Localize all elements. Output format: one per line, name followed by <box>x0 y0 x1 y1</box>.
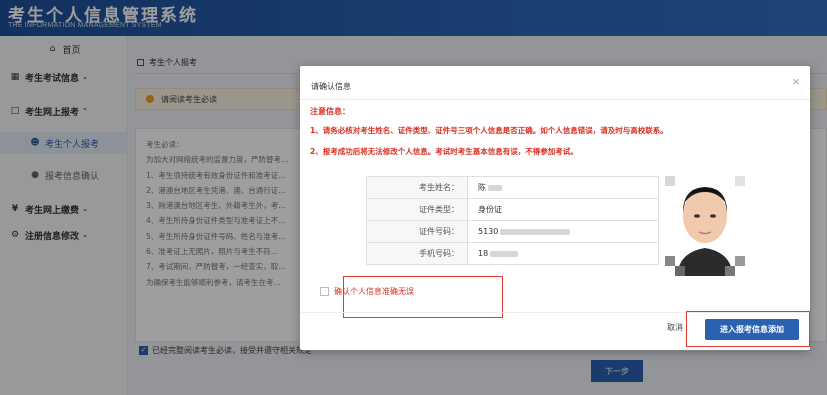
field-value-cell: 身份证 <box>467 198 659 221</box>
field-value: 5130 <box>478 227 499 236</box>
table-row: 证件类型： 身份证 <box>366 198 659 221</box>
field-label: 考生姓名： <box>366 176 468 199</box>
candidate-info-table: 考生姓名： 陈 证件类型： 身份证 证件号码： 5130 手机号码： 18 <box>366 176 659 265</box>
table-row: 考生姓名： 陈 <box>366 176 659 199</box>
field-value: 陈 <box>478 183 486 192</box>
redacted-mark <box>488 184 502 191</box>
field-label: 手机号码： <box>366 242 468 265</box>
field-label: 证件类型： <box>366 198 468 221</box>
attention-line: 2、报考成功后将无法修改个人信息。考试时考生基本信息有误，不得参加考试。 <box>310 147 578 156</box>
field-value: 身份证 <box>478 205 502 214</box>
field-label: 证件号码： <box>366 220 468 243</box>
confirm-accuracy-row[interactable]: 确认个人信息准确无误 <box>320 286 414 297</box>
dialog-title: 请确认信息 <box>311 82 351 91</box>
portrait-image <box>665 176 745 276</box>
redacted-mark <box>490 250 519 257</box>
cancel-button[interactable]: 取消 <box>667 322 683 333</box>
table-row: 手机号码： 18 <box>366 242 659 265</box>
field-value-cell: 18 <box>467 242 659 265</box>
checkbox-unchecked-icon[interactable] <box>320 287 329 296</box>
attention-line: 1、请务必核对考生姓名、证件类型、证件号三项个人信息是否正确。如个人信息错误，请… <box>310 126 668 135</box>
table-row: 证件号码： 5130 <box>366 220 659 243</box>
confirm-info-dialog: 请确认信息 × 注意信息： 1、请务必核对考生姓名、证件类型、证件号三项个人信息… <box>300 66 810 350</box>
attention-heading: 注意信息： <box>310 107 350 116</box>
divider <box>300 99 810 100</box>
confirm-accuracy-label: 确认个人信息准确无误 <box>334 287 414 296</box>
candidate-photo <box>665 176 745 276</box>
close-icon[interactable]: × <box>792 74 800 89</box>
field-value: 18 <box>478 249 489 258</box>
field-value-cell: 5130 <box>467 220 659 243</box>
enter-registration-button[interactable]: 进入报考信息添加 <box>705 319 799 340</box>
redacted-mark <box>500 228 571 235</box>
field-value-cell: 陈 <box>467 176 659 199</box>
